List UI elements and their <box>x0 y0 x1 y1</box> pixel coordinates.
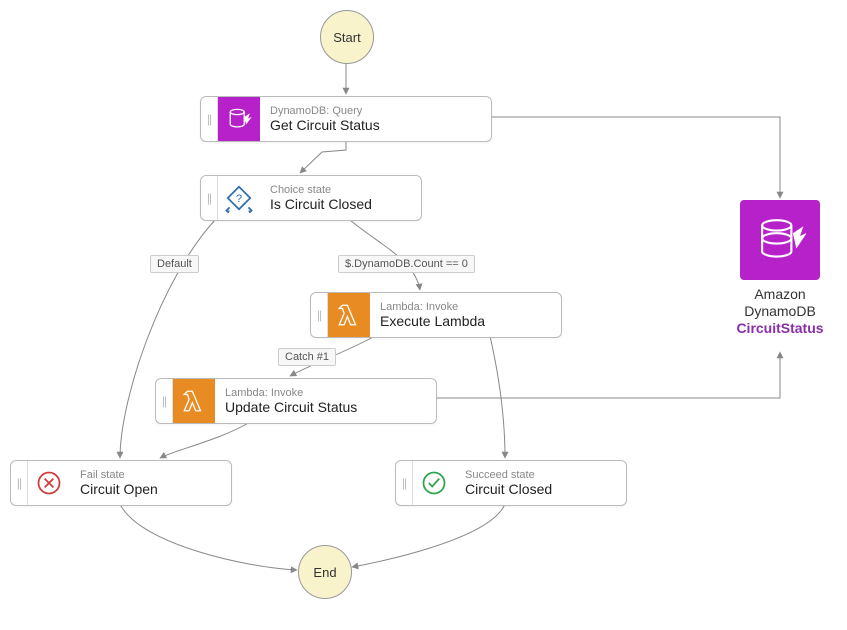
state-type-label: Lambda: Invoke <box>225 387 357 400</box>
state-title: Get Circuit Status <box>270 117 380 133</box>
state-execute-lambda[interactable]: || Lambda: Invoke Execute Lambda <box>310 292 562 338</box>
drag-grip-icon: || <box>396 461 413 505</box>
state-title: Is Circuit Closed <box>270 196 372 212</box>
state-type-label: Lambda: Invoke <box>380 301 485 314</box>
resource-dynamodb[interactable]: Amazon DynamoDB CircuitStatus <box>720 200 840 336</box>
dynamodb-icon <box>218 97 260 141</box>
svg-text:?: ? <box>236 193 242 205</box>
edge-label-catch: Catch #1 <box>278 348 336 366</box>
fail-icon <box>28 461 70 505</box>
resource-label-line2: DynamoDB <box>720 303 840 320</box>
resource-label-line1: Amazon <box>720 286 840 303</box>
state-type-label: DynamoDB: Query <box>270 105 380 118</box>
resource-sublabel: CircuitStatus <box>720 320 840 336</box>
drag-grip-icon: || <box>201 97 218 141</box>
drag-grip-icon: || <box>156 379 173 423</box>
drag-grip-icon: || <box>11 461 28 505</box>
drag-grip-icon: || <box>311 293 328 337</box>
state-type-label: Succeed state <box>465 469 552 482</box>
end-terminal[interactable]: End <box>298 545 352 599</box>
edge-label-default: Default <box>150 255 199 273</box>
state-type-label: Choice state <box>270 184 372 197</box>
state-circuit-closed[interactable]: || Succeed state Circuit Closed <box>395 460 627 506</box>
state-title: Circuit Closed <box>465 481 552 497</box>
choice-icon: ? <box>218 176 260 220</box>
lambda-icon <box>328 293 370 337</box>
state-update-circuit-status[interactable]: || Lambda: Invoke Update Circuit Status <box>155 378 437 424</box>
dynamodb-service-icon <box>740 200 820 280</box>
state-type-label: Fail state <box>80 469 158 482</box>
drag-grip-icon: || <box>201 176 218 220</box>
end-label: End <box>313 565 336 580</box>
lambda-icon <box>173 379 215 423</box>
state-title: Execute Lambda <box>380 313 485 329</box>
state-get-circuit-status[interactable]: || DynamoDB: Query Get Circuit Status <box>200 96 492 142</box>
start-label: Start <box>333 30 360 45</box>
edge-label-condition: $.DynamoDB.Count == 0 <box>338 255 475 273</box>
state-is-circuit-closed[interactable]: || ? Choice state Is Circuit Closed <box>200 175 422 221</box>
state-title: Circuit Open <box>80 481 158 497</box>
succeed-icon <box>413 461 455 505</box>
start-terminal[interactable]: Start <box>320 10 374 64</box>
state-title: Update Circuit Status <box>225 399 357 415</box>
state-circuit-open[interactable]: || Fail state Circuit Open <box>10 460 232 506</box>
